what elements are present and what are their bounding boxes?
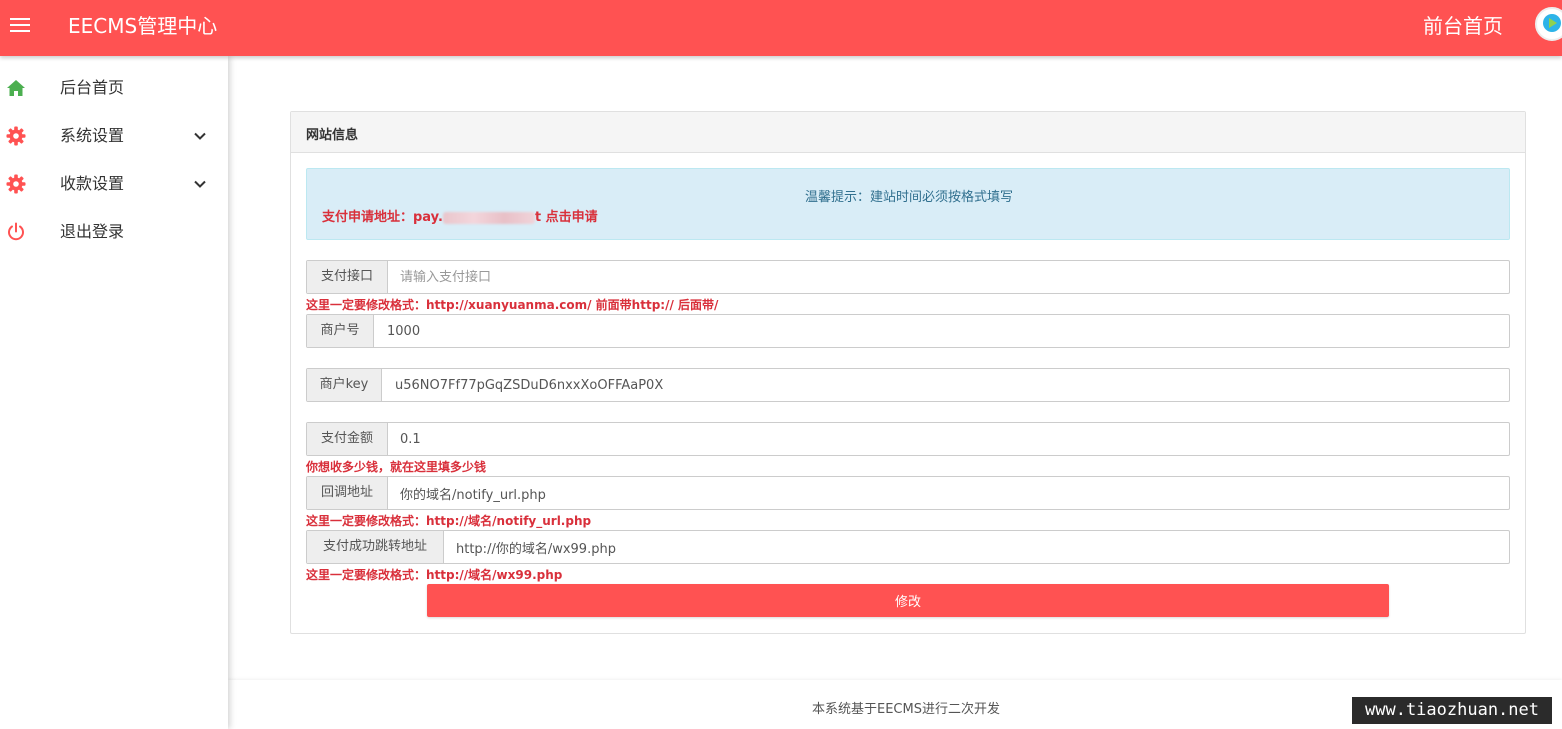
- sidebar-item-system-settings[interactable]: 系统设置: [0, 112, 228, 160]
- sidebar-item-payment-settings[interactable]: 收款设置: [0, 160, 228, 208]
- api-hint: 这里一定要修改格式：http://xuanyuanma.com/ 前面带http…: [306, 298, 719, 312]
- front-page-link[interactable]: 前台首页: [1423, 13, 1503, 39]
- amount-label: 支付金额: [307, 423, 388, 455]
- sidebar-item-logout[interactable]: 退出登录: [0, 208, 228, 256]
- api-label: 支付接口: [307, 261, 388, 293]
- site-info-panel: 网站信息 温馨提示：建站时间必须按格式填写 支付申请地址：pay. t 点击申请 …: [290, 111, 1526, 634]
- sidebar-item-label: 后台首页: [60, 78, 125, 97]
- return-url-hint: 这里一定要修改格式：http://域名/wx99.php: [306, 568, 563, 582]
- merchant-key-input[interactable]: [395, 369, 1495, 401]
- sidebar: 后台首页 系统设置 收款设置 退出登录: [0, 56, 228, 729]
- notify-url-field-group: 回调地址: [306, 476, 1510, 510]
- merchant-key-field-group: 商户key: [306, 368, 1510, 402]
- menu-icon[interactable]: [10, 17, 30, 33]
- return-url-label: 支付成功跳转地址: [307, 531, 444, 563]
- top-bar: EECMS管理中心 前台首页: [0, 0, 1562, 56]
- sidebar-item-label: 退出登录: [60, 222, 125, 241]
- avatar[interactable]: [1535, 7, 1562, 41]
- gear-icon: [6, 174, 26, 194]
- amount-hint: 你想收多少钱，就在这里填多少钱: [306, 460, 487, 474]
- panel-title: 网站信息: [306, 128, 359, 143]
- merchant-id-input[interactable]: [387, 315, 1497, 347]
- submit-button[interactable]: 修改: [427, 584, 1389, 617]
- power-icon: [8, 222, 24, 241]
- panel-header: 网站信息: [291, 112, 1525, 153]
- redacted-text: [442, 211, 535, 224]
- merchant-id-field-group: 商户号: [306, 314, 1510, 348]
- gear-icon: [6, 126, 26, 146]
- alert-tip: 温馨提示：建站时间必须按格式填写: [804, 190, 1013, 205]
- merchant-id-label: 商户号: [307, 315, 374, 347]
- sidebar-item-dashboard[interactable]: 后台首页: [0, 64, 228, 112]
- info-alert: 温馨提示：建站时间必须按格式填写 支付申请地址：pay. t 点击申请: [306, 168, 1510, 240]
- notify-url-input[interactable]: [400, 477, 1500, 509]
- main-content: 网站信息 温馨提示：建站时间必须按格式填写 支付申请地址：pay. t 点击申请 …: [228, 56, 1562, 680]
- sidebar-item-label: 收款设置: [60, 174, 125, 193]
- api-input[interactable]: [400, 261, 1500, 293]
- app-title: EECMS管理中心: [68, 14, 218, 38]
- notify-url-label: 回调地址: [307, 477, 388, 509]
- merchant-key-label: 商户key: [307, 369, 382, 401]
- chevron-down-icon: [194, 180, 206, 188]
- amount-field-group: 支付金额: [306, 422, 1510, 456]
- chevron-down-icon: [194, 132, 206, 140]
- return-url-input[interactable]: [456, 531, 1496, 563]
- apply-link[interactable]: 支付申请地址：pay. t 点击申请: [322, 206, 598, 225]
- return-url-field-group: 支付成功跳转地址: [306, 530, 1510, 564]
- watermark: www.tiaozhuan.net: [1352, 697, 1552, 724]
- api-field-group: 支付接口: [306, 260, 1510, 294]
- amount-input[interactable]: [400, 423, 1500, 455]
- play-icon: [1543, 14, 1561, 32]
- notify-url-hint: 这里一定要修改格式：http://域名/notify_url.php: [306, 514, 592, 528]
- home-icon: [7, 80, 25, 96]
- sidebar-item-label: 系统设置: [60, 126, 125, 145]
